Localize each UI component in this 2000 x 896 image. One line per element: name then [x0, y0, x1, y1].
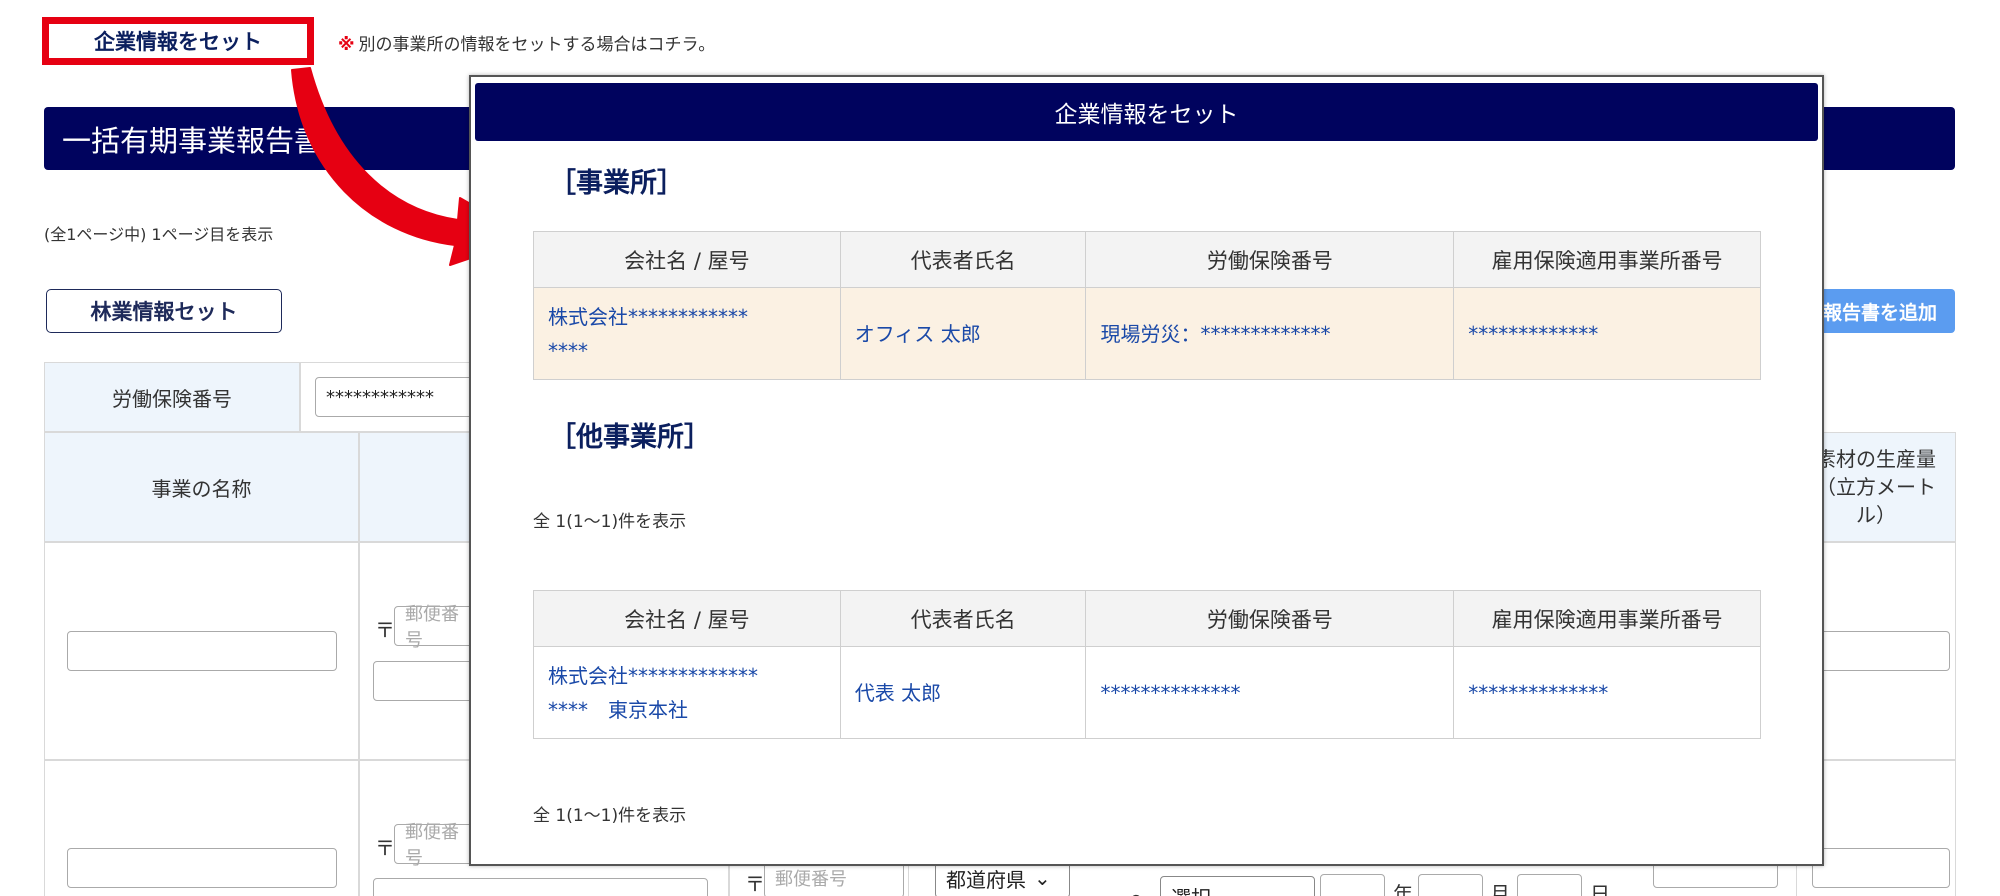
period-select[interactable]: 選択: [1160, 876, 1315, 896]
day-label: 日: [1590, 882, 1610, 896]
note-mark: ※: [338, 35, 355, 55]
project-name-input[interactable]: [67, 848, 337, 888]
employment-insurance-cell[interactable]: **************: [1453, 646, 1761, 739]
prefecture-select-label: 都道府県: [946, 867, 1026, 892]
company-name-line1: 株式会社************: [548, 304, 748, 329]
postal-mark: 〒: [375, 618, 395, 642]
other-office-count: 全 1(1～1)件を表示: [533, 512, 687, 532]
range-mark: ～: [1130, 882, 1150, 896]
day-input[interactable]: [1517, 874, 1582, 896]
column-employment-insurance: 雇用保険適用事業所番号: [1453, 590, 1761, 647]
postal-mark: 〒: [745, 872, 765, 896]
column-representative: 代表者氏名: [839, 590, 1087, 647]
timber-volume-input[interactable]: [1812, 631, 1950, 671]
page-info: (全1ページ中) 1ページ目を表示: [44, 225, 274, 244]
project-name-header: 事業の名称: [44, 432, 359, 542]
other-office-section-title: ［他事業所］: [549, 422, 711, 453]
timber-volume-input[interactable]: [1812, 848, 1950, 888]
employment-insurance-cell[interactable]: *************: [1453, 287, 1761, 380]
company-name-cell[interactable]: 株式会社************ ****: [533, 287, 841, 380]
column-representative: 代表者氏名: [839, 231, 1087, 288]
company-name-line1: 株式会社*************: [548, 663, 758, 688]
table-header-row: 会社名 / 屋号 代表者氏名 労働保険番号 雇用保険適用事業所番号: [533, 231, 1761, 288]
address-input[interactable]: [373, 878, 708, 896]
column-company-name: 会社名 / 屋号: [533, 590, 841, 647]
company-name-line2: **** 東京本社: [548, 697, 688, 722]
modal-title: 企業情報をセット: [475, 83, 1818, 141]
company-name-line2: ****: [548, 338, 588, 363]
column-company-name: 会社名 / 屋号: [533, 231, 841, 288]
labor-insurance-cell[interactable]: 現場労災：*************: [1085, 287, 1455, 380]
forestry-info-set-button[interactable]: 林業情報セット: [46, 289, 282, 333]
table-row[interactable]: 株式会社************ **** オフィス 太郎 現場労災：*****…: [533, 287, 1761, 380]
chevron-down-icon: ⌄: [1034, 866, 1051, 890]
month-label: 月: [1490, 882, 1510, 896]
labor-insurance-input[interactable]: ************: [315, 377, 475, 417]
postal-code-input[interactable]: 郵便番号: [394, 822, 474, 869]
other-office-note: ※ 別の事業所の情報をセットする場合はコチラ。: [338, 30, 715, 55]
office-table: 会社名 / 屋号 代表者氏名 労働保険番号 雇用保険適用事業所番号 株式会社**…: [533, 231, 1761, 380]
representative-cell[interactable]: 代表 太郎: [839, 646, 1087, 739]
office-section-title: ［事業所］: [549, 168, 684, 199]
labor-insurance-label: 労働保険番号: [44, 362, 300, 432]
column-labor-insurance: 労働保険番号: [1085, 590, 1455, 647]
location-header: [359, 432, 479, 542]
set-company-info-button[interactable]: 企業情報をセット: [42, 17, 314, 65]
set-company-info-modal: 企業情報をセット ［事業所］ 会社名 / 屋号 代表者氏名 労働保険番号 雇用保…: [469, 75, 1824, 866]
column-labor-insurance: 労働保険番号: [1085, 231, 1455, 288]
period-select-label: 選択: [1171, 882, 1211, 896]
representative-cell[interactable]: オフィス 太郎: [839, 287, 1087, 380]
table-row[interactable]: 株式会社************* **** 東京本社 代表 太郎 ******…: [533, 646, 1761, 739]
labor-insurance-cell[interactable]: **************: [1085, 646, 1455, 739]
table-header-row: 会社名 / 屋号 代表者氏名 労働保険番号 雇用保険適用事業所番号: [533, 590, 1761, 647]
company-name-cell[interactable]: 株式会社************* **** 東京本社: [533, 646, 841, 739]
other-office-table: 会社名 / 屋号 代表者氏名 労働保険番号 雇用保険適用事業所番号 株式会社**…: [533, 590, 1761, 739]
project-name-input[interactable]: [67, 631, 337, 671]
note-text: 別の事業所の情報をセットする場合はコチラ。: [358, 35, 716, 55]
year-input[interactable]: [1320, 874, 1385, 896]
bottom-count: 全 1(1～1)件を表示: [533, 806, 687, 826]
postal-code-input[interactable]: 郵便番号: [394, 604, 474, 651]
column-employment-insurance: 雇用保険適用事業所番号: [1453, 231, 1761, 288]
month-input[interactable]: [1418, 874, 1483, 896]
postal-mark: 〒: [375, 836, 395, 860]
year-label: 年: [1393, 882, 1413, 896]
address-input[interactable]: [373, 661, 473, 701]
